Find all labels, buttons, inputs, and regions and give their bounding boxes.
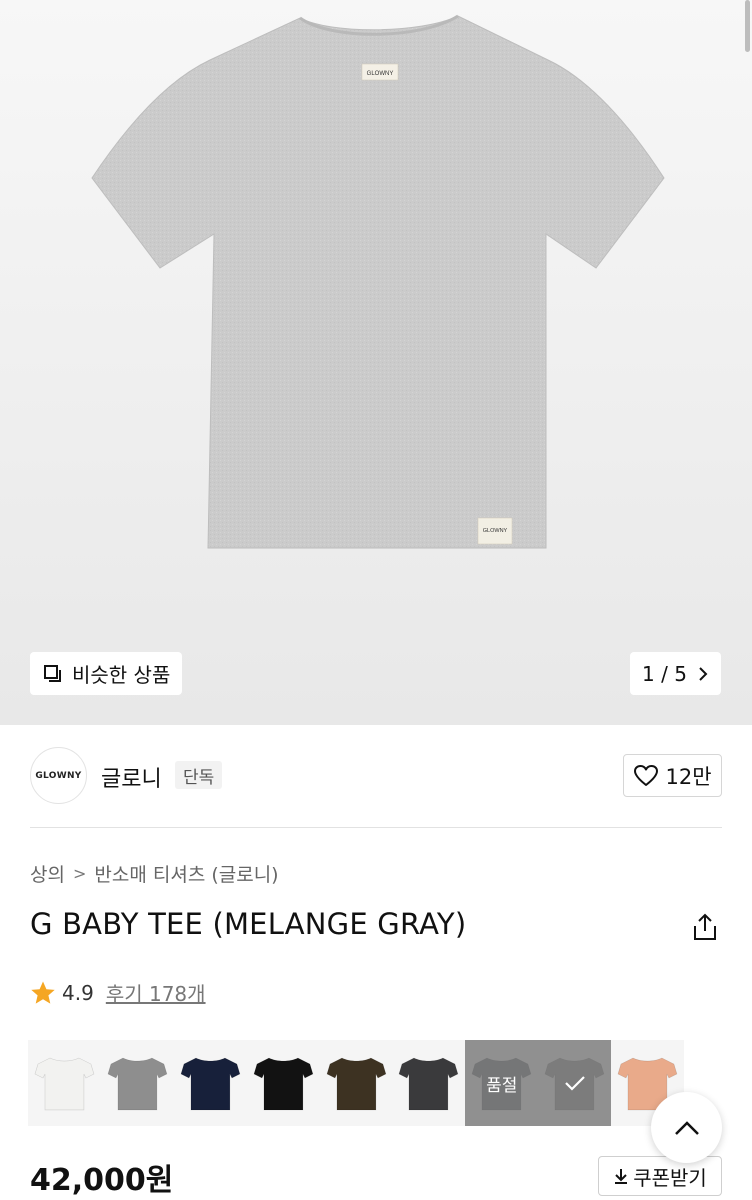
swatch-tee-shape [399,1057,459,1111]
chevron-right-icon [699,666,708,681]
swatch-tee-image [107,1057,168,1111]
breadcrumb-separator: > [72,864,87,883]
product-image-gallery[interactable]: GLOWNY GLOWNY 비슷한 상품 1 / 5 [0,0,752,725]
breadcrumb-item-category[interactable]: 상의 [30,860,65,887]
rating-value: 4.9 [62,980,94,1005]
heart-icon [634,764,659,786]
like-count: 12만 [665,764,712,789]
pager-current: 1 [642,661,655,686]
product-title: G BABY TEE (MELANGE GRAY) [30,907,467,941]
brand-name[interactable]: 글로니 [101,761,162,793]
share-button[interactable] [690,912,720,942]
brand-row: GLOWNY 글로니 단독 12만 [0,725,752,828]
like-button[interactable]: 12만 [623,754,722,797]
exclusive-badge: 단독 [175,761,223,789]
brand-logo[interactable]: GLOWNY [30,747,87,804]
sold-out-overlay: 품절 [465,1040,539,1126]
pager-separator: / [661,661,668,686]
similar-items-icon [44,664,61,682]
rating-row: 4.9 후기 178개 [30,978,206,1007]
coupon-label: 쿠폰받기 [633,1165,707,1190]
share-icon [694,913,716,940]
pager-text: 1 / 5 [642,662,687,686]
image-pager[interactable]: 1 / 5 [630,652,721,695]
color-swatch[interactable] [319,1040,393,1126]
color-swatch[interactable] [392,1040,466,1126]
brand-logo-text: GLOWNY [35,770,82,781]
swatch-tee-shape [107,1057,168,1111]
color-swatch-list: 품절 [28,1040,685,1126]
breadcrumb-item-subcategory[interactable]: 반소매 티셔츠 (글로니) [94,860,278,887]
color-swatch[interactable] [173,1040,247,1126]
swatch-tee-shape [180,1057,241,1111]
hem-tag-text: GLOWNY [483,528,508,534]
swatch-tee-shape [326,1057,386,1111]
swatch-tee-image [253,1057,313,1111]
color-swatch[interactable] [28,1040,101,1126]
product-image: GLOWNY GLOWNY [91,14,665,549]
swatch-tee-image [180,1057,241,1111]
color-swatch[interactable]: 품절 [465,1040,539,1126]
similar-products-label: 비슷한 상품 [72,663,171,687]
coupon-button[interactable]: 쿠폰받기 [598,1156,722,1196]
similar-products-button[interactable]: 비슷한 상품 [30,652,183,695]
swatch-tee-image [34,1057,95,1111]
selected-overlay [538,1040,612,1126]
check-icon [564,1076,585,1091]
color-swatch[interactable] [100,1040,174,1126]
scroll-to-top-button[interactable] [651,1092,722,1163]
swatch-tee-image [326,1057,386,1111]
star-icon [31,981,55,1004]
swatch-tee-image [399,1057,459,1111]
swatch-tee-shape [253,1057,313,1111]
price: 42,000원 [30,1163,174,1198]
divider [30,827,722,828]
sold-out-label: 품절 [486,1075,518,1096]
download-icon [615,1169,628,1184]
pager-total: 5 [674,661,687,686]
review-link[interactable]: 후기 178개 [106,978,206,1007]
breadcrumb: 상의 > 반소매 티셔츠 (글로니) [30,860,279,887]
neck-label-text: GLOWNY [367,71,394,77]
chevron-up-icon [674,1120,699,1135]
color-swatch[interactable] [538,1040,612,1126]
color-swatch[interactable] [246,1040,320,1126]
swatch-tee-shape [34,1057,95,1111]
